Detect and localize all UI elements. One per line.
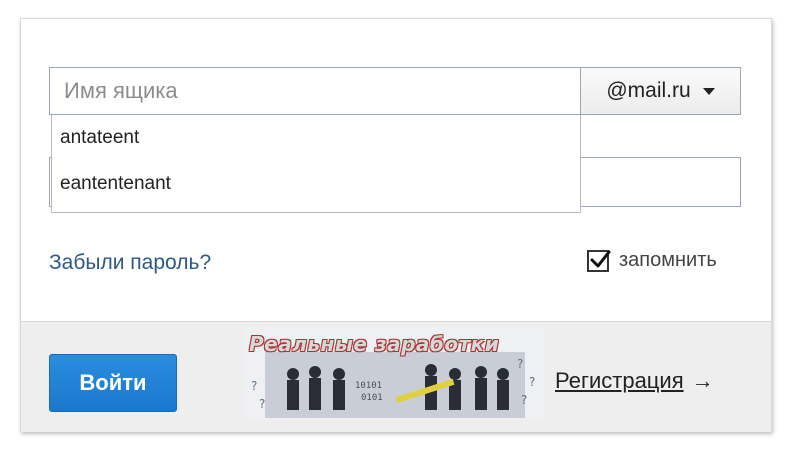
autocomplete-item[interactable]: antateent <box>52 115 580 161</box>
remember-me-toggle[interactable]: запомнить <box>587 249 717 272</box>
autocomplete-item[interactable]: eantentenant <box>52 161 580 207</box>
svg-text:?: ? <box>259 397 265 411</box>
svg-text:?: ? <box>521 393 527 407</box>
autocomplete-dropdown: antateent eantentenant <box>51 115 581 213</box>
login-row: @mail.ru <box>49 67 741 115</box>
footer-bar: Войти 10101 0101 ? ? ? ? ? Реальные зара… <box>21 321 771 432</box>
svg-text:0101: 0101 <box>361 393 383 403</box>
ad-banner[interactable]: 10101 0101 ?? ??? Реальные заработки <box>245 328 545 418</box>
domain-select-value: @mail.ru <box>606 79 691 102</box>
ad-banner-title: Реальные заработки <box>249 332 500 356</box>
chevron-down-icon <box>702 87 715 95</box>
remember-checkbox[interactable] <box>587 249 611 272</box>
login-button[interactable]: Войти <box>49 354 177 412</box>
remember-label: запомнить <box>619 249 717 271</box>
checkmark-icon <box>590 250 611 267</box>
login-card: @mail.ru antateent eantentenant Забыли п… <box>20 18 772 432</box>
svg-text:?: ? <box>529 375 535 389</box>
svg-text:10101: 10101 <box>355 381 382 391</box>
register-link[interactable]: Регистрация → <box>555 368 714 394</box>
register-label: Регистрация <box>555 368 684 393</box>
svg-text:?: ? <box>517 357 523 371</box>
arrow-right-icon: → <box>691 368 714 393</box>
forgot-password-link[interactable]: Забыли пароль? <box>49 251 211 275</box>
mailbox-name-input[interactable] <box>49 67 581 115</box>
svg-text:?: ? <box>251 379 257 393</box>
domain-select[interactable]: @mail.ru <box>581 67 741 115</box>
